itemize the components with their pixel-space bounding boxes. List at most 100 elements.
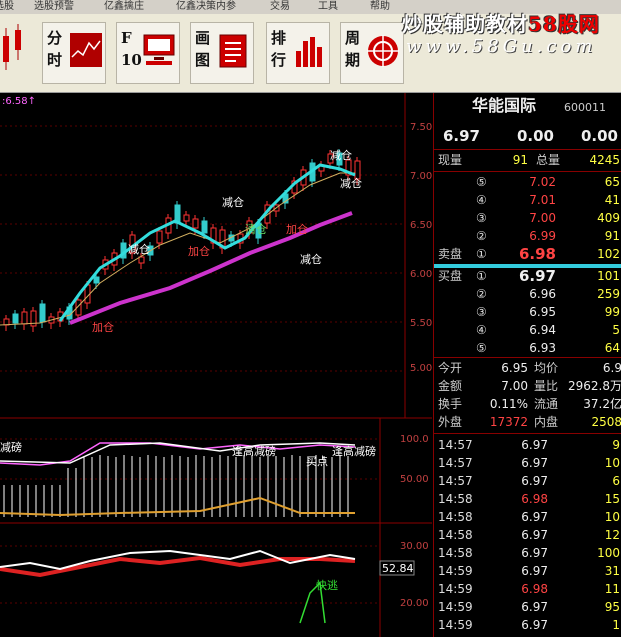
kline-chart[interactable]: 7.50 7.00 6.50 6.00 5.50 5.00 100.0 50.0…	[0, 93, 432, 637]
chart-annotation: 减仓	[128, 242, 150, 256]
ask-volume: 409	[597, 211, 620, 225]
bid-level-row: ② 6.96 259	[434, 285, 621, 303]
menu-item[interactable]: 交易	[270, 0, 290, 14]
price-indicator: :6.58↑	[2, 96, 37, 107]
kline-icon[interactable]	[0, 20, 30, 84]
stock-code: 600011	[564, 101, 606, 114]
osc2-label: 快逃	[316, 579, 338, 592]
total-volume: 4245	[589, 153, 620, 167]
stat-label: 外盘	[438, 415, 463, 429]
bid-level-row: ④ 6.94 5	[434, 321, 621, 339]
menu-item[interactable]: 选股预警	[34, 0, 74, 14]
tick-volume: 10	[604, 510, 620, 524]
osc1-tick: 100.0	[400, 434, 429, 445]
watermark: 炒股辅助教材58股网 www.58Gu.com	[398, 6, 621, 62]
ask-level-row: 卖盘 ① 6.98 102	[434, 245, 621, 263]
candle-body	[201, 220, 208, 234]
stat-value: 37.2亿	[583, 397, 621, 411]
tick-time: 14:58	[438, 546, 473, 560]
tick-volume: 31	[604, 564, 620, 578]
stat-label: 均价	[534, 361, 559, 375]
tick-price: 6.97	[521, 456, 548, 470]
tick-price: 6.98	[521, 582, 548, 596]
stat-value: 6.9	[602, 361, 621, 375]
menu-item[interactable]: 帮助	[370, 0, 390, 14]
sell-label: 卖盘	[438, 247, 463, 261]
bid-level-row: ⑤ 6.93 64	[434, 339, 621, 357]
bid-price: 6.94	[529, 323, 556, 337]
price-tick: 7.00	[410, 171, 432, 182]
monitor-icon	[143, 34, 175, 65]
timeshare-button[interactable]: 分时	[42, 22, 106, 84]
target-icon	[367, 35, 399, 67]
tick-price: 6.98	[521, 492, 548, 506]
bid-price: 6.96	[529, 287, 556, 301]
level-number: ③	[476, 305, 487, 319]
total-volume-label: 总量	[536, 153, 561, 167]
stat-row: 今开 6.95 均价 6.9	[434, 359, 621, 377]
period-button[interactable]: 周期	[340, 22, 404, 84]
menu-item[interactable]: 工具	[318, 0, 338, 14]
tick-time: 14:59	[438, 618, 473, 632]
ask-volume: 41	[604, 193, 620, 207]
tick-price: 6.97	[521, 600, 548, 614]
price-tick: 5.00	[410, 363, 432, 374]
level-number: ⑤	[476, 341, 487, 355]
stat-value: 6.95	[501, 361, 528, 375]
chart-annotation: 减仓	[340, 176, 362, 190]
level-number: ②	[476, 287, 487, 301]
tick-row: 14:59 6.97 1	[434, 616, 621, 634]
quote-panel: 华能国际 600011 6.97 0.00 0.00 现量 91 总量 4245…	[433, 93, 621, 637]
tick-price: 6.97	[521, 618, 548, 632]
candle-body	[21, 311, 28, 325]
level-number: ③	[476, 211, 487, 225]
ask-level-row: ② 6.99 91	[434, 227, 621, 245]
ranking-button[interactable]: 排行	[266, 22, 330, 84]
bid-level-row: ③ 6.95 99	[434, 303, 621, 321]
osc2-tick: 20.00	[400, 598, 429, 609]
stat-value: 2962.8万	[568, 379, 621, 393]
tick-time: 14:57	[438, 438, 473, 452]
ask-price: 7.00	[529, 211, 556, 225]
level-number: ②	[476, 229, 487, 243]
chart-annotation: 清仓	[245, 222, 267, 236]
stock-name: 华能国际	[472, 96, 537, 115]
tick-price: 6.97	[521, 564, 548, 578]
ask-level-row: ④ 7.01 41	[434, 191, 621, 209]
stat-value: 2508	[591, 415, 621, 429]
bar-chart-icon	[296, 37, 322, 67]
tick-row: 14:58 6.97 12	[434, 526, 621, 544]
level-number: ④	[476, 193, 487, 207]
candle-body	[183, 214, 190, 222]
osc1-label: 买点	[306, 455, 328, 468]
bid-volume: 64	[604, 341, 620, 355]
tick-time: 14:58	[438, 528, 473, 542]
draw-button[interactable]: 画图	[190, 22, 254, 84]
tick-row: 14:58 6.97 10	[434, 508, 621, 526]
tick-price: 6.97	[521, 546, 548, 560]
stat-label: 金额	[438, 379, 463, 393]
price-tick: 6.50	[410, 220, 432, 231]
menu-item[interactable]: 亿鑫决策内参	[176, 0, 236, 14]
ask-price: 6.99	[529, 229, 556, 243]
f10-button[interactable]: F 10	[116, 22, 180, 84]
tick-row: 14:59 6.97 31	[434, 562, 621, 580]
tick-price: 6.97	[521, 528, 548, 542]
bid-volume: 259	[597, 287, 620, 301]
ask-volume: 102	[597, 247, 620, 261]
menu-item[interactable]: 选股	[0, 0, 14, 14]
chart-annotation: 减仓	[222, 195, 244, 209]
stat-label: 今开	[438, 361, 463, 375]
tick-row: 14:57 6.97 10	[434, 454, 621, 472]
ask-price: 7.01	[529, 193, 556, 207]
tick-price: 6.97	[521, 510, 548, 524]
current-volume-label: 现量	[438, 153, 463, 167]
tick-volume: 9	[612, 438, 620, 452]
tick-time: 14:59	[438, 564, 473, 578]
timeshare-chart-icon	[70, 33, 102, 67]
menu-item[interactable]: 亿鑫擒庄	[104, 0, 144, 14]
tick-row: 14:59 6.98 11	[434, 580, 621, 598]
tick-time: 14:57	[438, 474, 473, 488]
osc2-tick: 30.00	[400, 541, 429, 552]
chart-annotation: 加仓	[92, 320, 114, 334]
